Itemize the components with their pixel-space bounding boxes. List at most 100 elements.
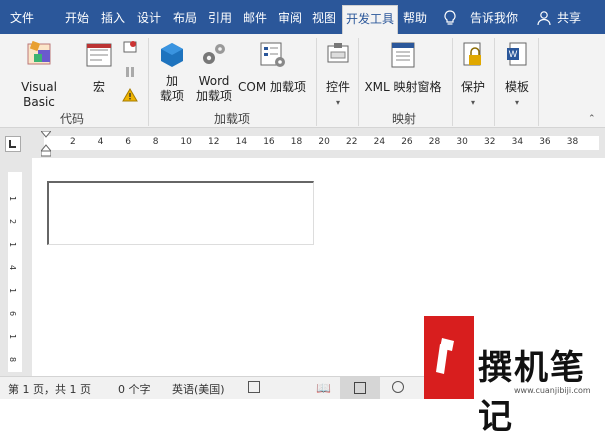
tab-review[interactable]: 审阅: [273, 5, 307, 31]
controls-icon: [327, 43, 349, 63]
ruler-tick-label: 18: [290, 137, 303, 147]
group-mapping-label: 映射: [391, 112, 416, 126]
controls-button[interactable]: 控件 ▾: [320, 40, 356, 107]
watermark-pen-icon: [436, 338, 454, 374]
ruler-tick-label: 22: [346, 137, 358, 147]
word-template-icon: W: [507, 42, 527, 66]
addins-label-1: 加: [165, 74, 178, 88]
word-addins-button[interactable]: Word 加载项: [194, 40, 234, 106]
xml-mapping-pane-button[interactable]: XML 映射窗格: [362, 40, 444, 100]
protect-label: 保护: [460, 80, 485, 94]
ruler-tick-label: 24: [373, 137, 386, 147]
tab-design[interactable]: 设计: [132, 5, 166, 31]
pause-recording-icon[interactable]: [122, 65, 138, 79]
addins-cube-icon: [161, 43, 183, 67]
macro-security-icon[interactable]: [122, 88, 138, 102]
page-count[interactable]: 第 1 页，共 1 页: [8, 381, 91, 397]
tab-home[interactable]: 开始: [60, 5, 94, 31]
chevron-down-icon: ▾: [335, 98, 340, 107]
record-macro-icon[interactable]: [122, 40, 138, 54]
ruler-tick-label: 4: [97, 137, 104, 147]
vruler-tick-label: 1: [8, 241, 18, 248]
word-addins-label-2: 加载项: [195, 89, 232, 103]
indent-marker-icon[interactable]: [39, 130, 53, 157]
lock-icon: [463, 42, 481, 66]
separator: [538, 38, 539, 126]
vruler-active-area: [8, 172, 22, 372]
addins-button[interactable]: 加 载项: [154, 40, 190, 106]
language[interactable]: 英语(美国): [172, 381, 225, 397]
xml-pane-label: XML 映射窗格: [364, 80, 442, 94]
watermark-logo: 撰机笔记 www.cuanjibiji.com: [424, 316, 605, 437]
tab-view[interactable]: 视图: [307, 5, 341, 31]
separator: [494, 38, 495, 126]
watermark-url: www.cuanjibiji.com: [514, 386, 591, 395]
ruler-tick-label: 36: [539, 137, 551, 147]
tab-references[interactable]: 引用: [203, 5, 237, 31]
vruler-tick-label: 1: [8, 333, 18, 340]
svg-text:W: W: [509, 49, 518, 59]
addins-label-2: 载项: [159, 89, 184, 103]
ruler-tick-label: 16: [263, 137, 275, 147]
template-button[interactable]: W 模板 ▾: [500, 40, 534, 107]
visual-basic-button[interactable]: Visual Basic: [4, 40, 74, 109]
ruler-tick-label: 34: [511, 137, 524, 147]
vruler-tick-label: 6: [8, 310, 18, 317]
share-button[interactable]: 共享: [554, 5, 584, 31]
macro-label: 宏: [92, 80, 105, 94]
template-label: 模板: [504, 80, 529, 94]
visual-basic-icon: [27, 40, 51, 65]
tab-selector-button[interactable]: [5, 136, 21, 152]
tab-help[interactable]: 帮助: [398, 5, 432, 31]
tab-file[interactable]: 文件: [2, 5, 42, 31]
vruler-tick-label: 1: [8, 195, 18, 202]
separator: [452, 38, 453, 126]
protect-button[interactable]: 保护 ▾: [456, 40, 490, 107]
ruler-tick-label: 32: [484, 137, 496, 147]
com-addins-icon: [260, 42, 285, 67]
ribbon-tab-bar: 文件 开始 插入 设计 布局 引用 邮件 审阅 视图 开发工具 帮助 告诉我你 …: [0, 0, 605, 34]
ruler-tick-label: 28: [428, 137, 441, 147]
tab-layout[interactable]: 布局: [168, 5, 202, 31]
ruler-tick-label: 6: [125, 137, 131, 147]
group-code-label: 代码: [59, 112, 84, 126]
vruler-tick-label: 4: [8, 264, 18, 271]
tell-me-box[interactable]: 告诉我你: [464, 5, 524, 31]
read-mode-icon[interactable]: 📖: [316, 381, 331, 395]
word-addins-label-1: Word: [198, 74, 230, 88]
user-icon: [536, 5, 552, 31]
com-addins-label: COM 加载项: [238, 80, 306, 94]
gear-icon: [203, 44, 225, 64]
word-count[interactable]: 0 个字: [118, 381, 151, 397]
chevron-down-icon: ▾: [514, 98, 519, 107]
ruler-tick-label: 26: [401, 137, 413, 147]
tab-developer[interactable]: 开发工具: [342, 5, 398, 34]
ruler-tick-label: 10: [180, 137, 192, 147]
web-layout-icon[interactable]: [392, 381, 404, 393]
controls-label: 控件: [325, 80, 350, 94]
ruler-tick-label: 2: [70, 137, 76, 147]
tab-insert[interactable]: 插入: [96, 5, 130, 31]
group-addins-label: 加载项: [213, 112, 250, 126]
separator: [358, 38, 359, 126]
com-addins-button[interactable]: COM 加载项: [236, 40, 308, 100]
ribbon-developer: Visual Basic 宏 代码 加 载项 Word 加载项 COM 加载项 …: [0, 34, 605, 128]
separator: [316, 38, 317, 126]
text-box[interactable]: [47, 181, 314, 245]
ruler-tick-label: 30: [456, 137, 468, 147]
vertical-ruler[interactable]: 1 2 1 4 1 6 1 8: [0, 158, 30, 376]
horizontal-ruler[interactable]: 2 4 6 8 10 12 14 16 18 20 22 24 26 28 30 32 34 36 38: [30, 128, 605, 158]
print-layout-icon[interactable]: [340, 377, 380, 399]
ruler-tick-label: 12: [208, 137, 220, 147]
separator: [148, 38, 149, 126]
accessibility-icon[interactable]: [248, 381, 260, 393]
visual-basic-label: Visual Basic: [21, 80, 57, 109]
lightbulb-icon: [440, 5, 460, 31]
chevron-down-icon: ▾: [470, 98, 475, 107]
macro-button[interactable]: 宏: [82, 40, 116, 100]
macro-small-buttons: [122, 40, 140, 102]
collapse-ribbon-icon[interactable]: ⌃: [588, 114, 596, 124]
macro-icon: [86, 43, 112, 67]
ruler-tick-label: 8: [152, 137, 159, 147]
tab-mailings[interactable]: 邮件: [238, 5, 272, 31]
